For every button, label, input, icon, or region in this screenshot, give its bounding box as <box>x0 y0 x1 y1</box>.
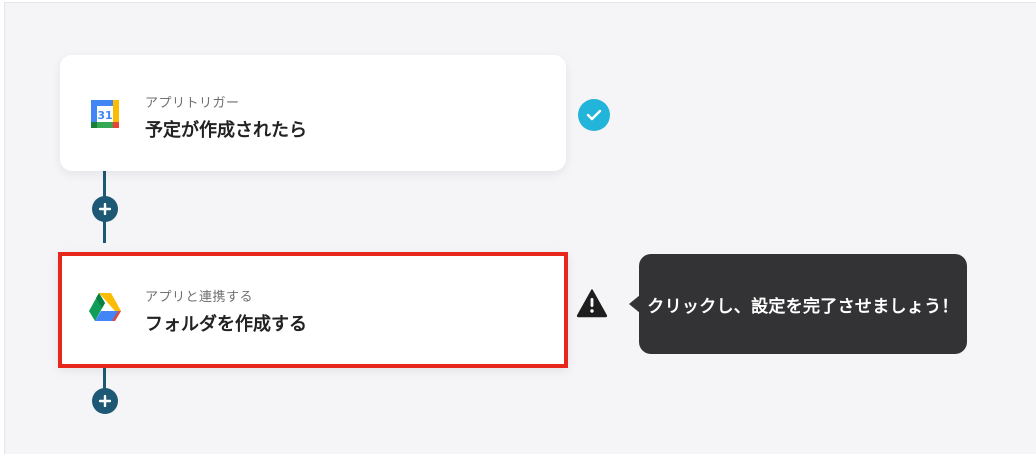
setup-tooltip: クリックし、設定を完了させましょう！ <box>639 254 967 354</box>
plus-icon <box>99 203 111 215</box>
tooltip-text: クリックし、設定を完了させましょう！ <box>647 296 959 317</box>
flow-connector <box>103 368 106 390</box>
flow-step-trigger[interactable]: 31 アプリトリガー 予定が作成されたら <box>60 55 566 171</box>
step-category: アプリトリガー <box>145 96 240 111</box>
google-drive-icon <box>88 292 122 326</box>
flow-step-action[interactable]: アプリと連携する フォルダを作成する <box>58 252 568 368</box>
check-circle-icon <box>578 99 610 131</box>
step-title: フォルダを作成する <box>145 314 307 335</box>
step-category: アプリと連携する <box>145 290 254 305</box>
plus-icon <box>99 395 111 407</box>
add-step-button[interactable] <box>92 196 118 222</box>
warning-icon <box>576 288 608 318</box>
add-step-button[interactable] <box>92 388 118 414</box>
google-calendar-icon: 31 <box>88 97 122 131</box>
step-title: 予定が作成されたら <box>145 120 307 141</box>
calendar-day: 31 <box>97 109 112 122</box>
